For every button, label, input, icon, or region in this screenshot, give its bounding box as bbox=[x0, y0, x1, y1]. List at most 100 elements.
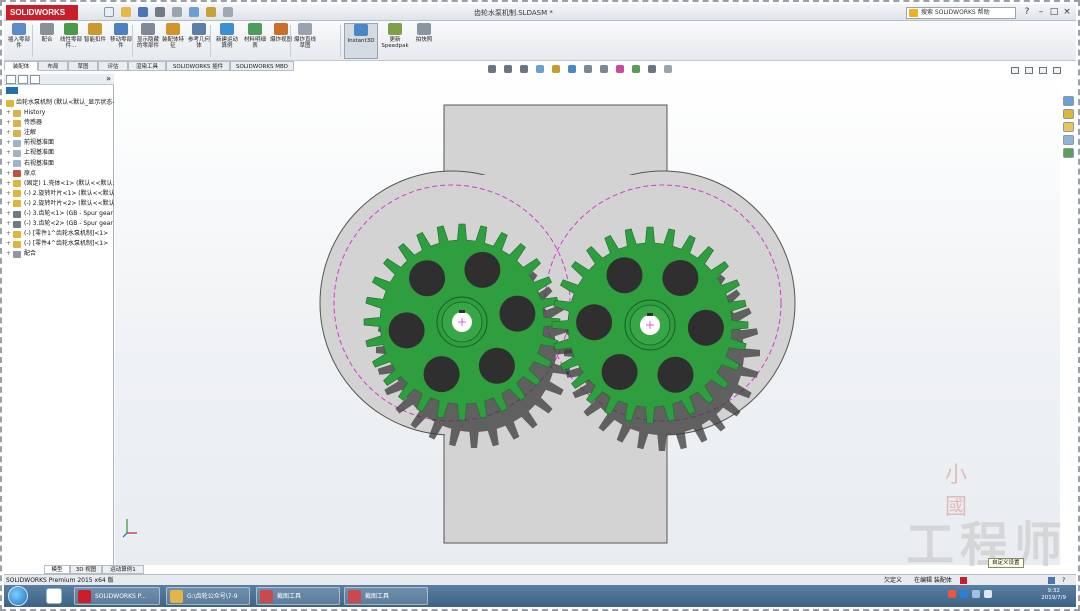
expand-toggle-icon[interactable]: + bbox=[6, 148, 11, 158]
view-restore-icon[interactable] bbox=[1039, 67, 1047, 74]
close-button[interactable]: × bbox=[1062, 7, 1072, 17]
previous-view-icon[interactable] bbox=[520, 65, 528, 73]
expand-toggle-icon[interactable]: + bbox=[6, 249, 11, 259]
solidworks-logo[interactable]: SOLIDWORKS bbox=[6, 5, 78, 20]
linear-pattern-button[interactable]: 线性零部件... bbox=[60, 23, 82, 59]
tree-root[interactable]: 齿轮水泵机制 (默认<默认_显示状态-1>) bbox=[4, 98, 114, 108]
view-palette-icon[interactable] bbox=[1063, 135, 1074, 145]
network-icon[interactable] bbox=[972, 590, 980, 598]
design-library-icon[interactable] bbox=[1063, 109, 1074, 119]
edit-appearance-icon[interactable] bbox=[616, 65, 624, 73]
show-hidden-button[interactable]: 显示隐藏的零部件 bbox=[136, 23, 160, 59]
expand-toggle-icon[interactable]: + bbox=[6, 169, 11, 179]
expand-panel-icon[interactable]: » bbox=[106, 74, 111, 83]
bottom-tab[interactable]: 模型 bbox=[44, 565, 70, 574]
tree-item[interactable]: + (-) [零件1^齿轮水泵机制]<1> bbox=[4, 229, 114, 239]
view-close-icon[interactable] bbox=[1053, 67, 1061, 74]
new-doc-icon[interactable] bbox=[104, 7, 114, 17]
explode-line-button[interactable]: 爆炸直线草图 bbox=[294, 23, 316, 59]
tree-item[interactable]: + (-) 3.齿轮<1> (GB - Spur gear bbox=[4, 209, 114, 219]
zoom-fit-icon[interactable] bbox=[488, 65, 496, 73]
open-folder-icon[interactable] bbox=[121, 7, 131, 17]
volume-icon[interactable] bbox=[984, 590, 992, 598]
expand-toggle-icon[interactable]: + bbox=[6, 229, 11, 239]
config-tab-icon[interactable] bbox=[30, 75, 40, 84]
save-icon[interactable] bbox=[138, 7, 148, 17]
view-tile-icon[interactable] bbox=[1011, 67, 1019, 74]
assembly-feature-button[interactable]: 装配体特征 bbox=[162, 23, 184, 59]
expand-toggle-icon[interactable]: + bbox=[6, 128, 11, 138]
command-tab[interactable]: 渲染工具 bbox=[128, 61, 166, 71]
restore-button[interactable]: □ bbox=[1049, 7, 1059, 17]
filter-icon[interactable] bbox=[6, 87, 18, 94]
move-component-button[interactable]: 移动零部件 bbox=[108, 23, 134, 59]
expand-toggle-icon[interactable]: + bbox=[6, 118, 11, 128]
select-icon[interactable] bbox=[189, 7, 199, 17]
tray-app-icon[interactable] bbox=[948, 590, 956, 598]
command-tab[interactable]: SOLIDWORKS MBD bbox=[230, 61, 294, 71]
bottom-tab[interactable]: 运动算例1 bbox=[102, 565, 144, 574]
bom-button[interactable]: 材料明细表 bbox=[242, 23, 268, 59]
expand-toggle-icon[interactable]: + bbox=[6, 189, 11, 199]
resources-icon[interactable] bbox=[1063, 96, 1074, 106]
taskbar-item[interactable]: SOLIDWORKS P... bbox=[74, 587, 160, 605]
help-icon[interactable]: ? bbox=[1022, 7, 1032, 17]
units-icon[interactable] bbox=[1048, 577, 1055, 584]
view-split-icon[interactable] bbox=[1025, 67, 1033, 74]
input-method-icon[interactable] bbox=[960, 590, 968, 598]
search-input[interactable]: 搜索 SOLIDWORKS 帮助 bbox=[906, 7, 1016, 19]
rebuild-status-icon[interactable] bbox=[960, 577, 967, 584]
view-orientation-icon[interactable] bbox=[568, 65, 576, 73]
rebuild-icon[interactable] bbox=[206, 7, 216, 17]
smart-fastener-button[interactable]: 智能扣件 bbox=[84, 23, 106, 59]
expand-toggle-icon[interactable]: + bbox=[6, 159, 11, 169]
expand-toggle-icon[interactable]: + bbox=[6, 108, 11, 118]
exploded-view-button[interactable]: 爆炸视图 bbox=[270, 23, 292, 59]
tree-item[interactable]: + History bbox=[4, 108, 114, 118]
tree-item[interactable]: + (-) 2.旋转叶片<1> (默认<<默认>_显 bbox=[4, 189, 114, 199]
speedpak-button[interactable]: 更新Speedpak bbox=[380, 23, 410, 59]
tree-item[interactable]: + 传感器 bbox=[4, 118, 114, 128]
tree-item[interactable]: + (-) 3.齿轮<2> (GB - Spur gear bbox=[4, 219, 114, 229]
expand-toggle-icon[interactable]: + bbox=[6, 219, 11, 229]
taskbar-item[interactable]: G:\齿轮公众号\7-9 bbox=[166, 587, 250, 605]
bottom-tab[interactable]: 3D 视图 bbox=[70, 565, 102, 574]
browser-icon[interactable] bbox=[46, 588, 62, 604]
print-icon[interactable] bbox=[155, 7, 165, 17]
start-button[interactable] bbox=[8, 586, 28, 606]
tree-item[interactable]: + 注解 bbox=[4, 128, 114, 138]
hide-show-icon[interactable] bbox=[600, 65, 608, 73]
zoom-area-icon[interactable] bbox=[504, 65, 512, 73]
mate-button[interactable]: 配合 bbox=[36, 23, 58, 59]
expand-toggle-icon[interactable]: + bbox=[6, 199, 11, 209]
feature-tree-tab-icon[interactable] bbox=[6, 75, 16, 84]
command-tab[interactable]: 评估 bbox=[98, 61, 128, 71]
command-tab[interactable]: SOLIDWORKS 插件 bbox=[166, 61, 230, 71]
instant3d-button[interactable]: Instant3D bbox=[344, 23, 378, 59]
graphics-area[interactable] bbox=[115, 75, 1060, 565]
new-motion-study-button[interactable]: 新建运动算例 bbox=[214, 23, 240, 59]
tree-item[interactable]: + (固定) 1.壳体<1> (默认<<默认>_显示 bbox=[4, 179, 114, 189]
tree-item[interactable]: + (-) [零件4^齿轮水泵机制]<1> bbox=[4, 239, 114, 249]
tree-item[interactable]: + 右视基准面 bbox=[4, 159, 114, 169]
tree-item[interactable]: + (-) 2.旋转叶片<2> (默认<<默认>_显 bbox=[4, 199, 114, 209]
taskbar-item[interactable]: 截图工具 bbox=[344, 587, 428, 605]
options-icon[interactable] bbox=[223, 7, 233, 17]
command-tab[interactable]: 草图 bbox=[68, 61, 98, 71]
expand-toggle-icon[interactable]: + bbox=[6, 239, 11, 249]
command-tab[interactable]: 布局 bbox=[38, 61, 68, 71]
display-pane-icon[interactable] bbox=[664, 65, 672, 73]
clock[interactable]: 9:32 2019/7/9 bbox=[1041, 588, 1066, 602]
tree-item[interactable]: + 原点 bbox=[4, 169, 114, 179]
expand-toggle-icon[interactable]: + bbox=[6, 138, 11, 148]
file-explorer-icon[interactable] bbox=[1063, 122, 1074, 132]
tree-item[interactable]: + 配合 bbox=[4, 249, 114, 259]
section-view-icon[interactable] bbox=[536, 65, 544, 73]
dynamic-annotation-icon[interactable] bbox=[552, 65, 560, 73]
expand-toggle-icon[interactable]: + bbox=[6, 209, 11, 219]
view-settings-icon[interactable] bbox=[648, 65, 656, 73]
snapshot-button[interactable]: 拍快照 bbox=[414, 23, 434, 59]
taskbar-item[interactable]: 截图工具 bbox=[256, 587, 340, 605]
insert-component-button[interactable]: 插入零部件 bbox=[8, 23, 30, 59]
expand-toggle-icon[interactable]: + bbox=[6, 179, 11, 189]
